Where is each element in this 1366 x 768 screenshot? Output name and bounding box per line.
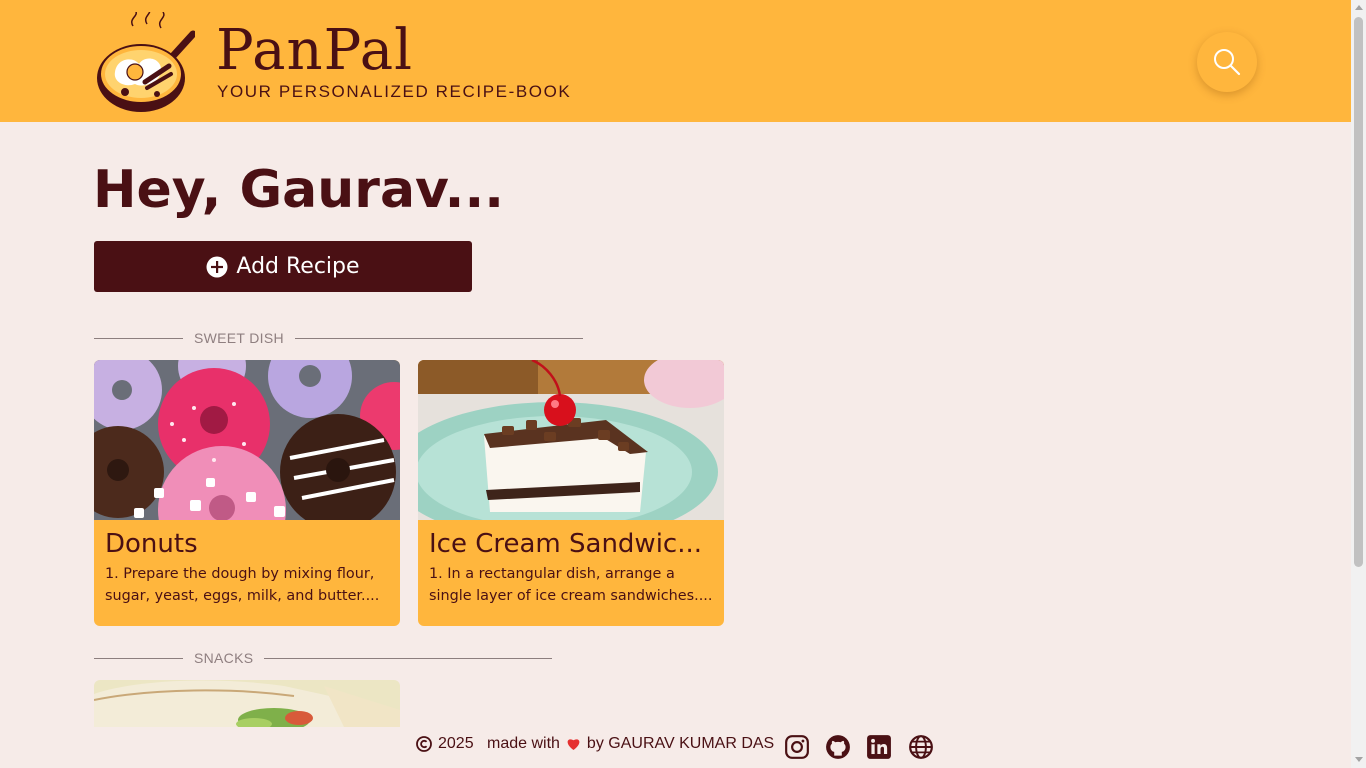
ice-cream-sandwich-image xyxy=(418,360,724,520)
section-header-snacks: SNACKS xyxy=(94,648,553,668)
copyright-year: 2025 xyxy=(438,735,474,752)
recipe-title: Ice Cream Sandwic... xyxy=(429,529,703,559)
copyright: 2025 xyxy=(416,735,474,753)
logo-icon xyxy=(97,12,195,112)
brand-name: PanPal xyxy=(216,18,414,83)
divider-line xyxy=(94,337,183,339)
section-header-sweet-dish: SWEET DISH xyxy=(94,328,583,348)
add-recipe-label: Add Recipe xyxy=(236,254,360,279)
section-title: SWEET DISH xyxy=(194,330,284,346)
github-icon[interactable] xyxy=(825,734,851,760)
section-title: SNACKS xyxy=(194,650,254,666)
greeting: Hey, Gaurav... xyxy=(93,160,504,220)
made-with-text: made with xyxy=(487,735,560,752)
search-icon xyxy=(1214,49,1241,76)
made-with-credit: made with by GAURAV KUMAR DAS xyxy=(487,735,774,753)
globe-icon[interactable] xyxy=(908,734,934,760)
divider-line xyxy=(264,657,553,659)
footer: 2025 made with by GAURAV KUMAR DAS xyxy=(0,727,1351,768)
donuts-image xyxy=(94,360,400,520)
heart-icon xyxy=(567,739,580,750)
recipe-title: Donuts xyxy=(105,529,198,559)
recipe-description: 1. Prepare the dough by mixing flour, su… xyxy=(105,566,380,604)
plus-circle-icon xyxy=(206,256,228,277)
author-text: by GAURAV KUMAR DAS xyxy=(586,735,775,752)
copyright-icon xyxy=(416,736,432,752)
scroll-down-arrow-icon[interactable] xyxy=(1355,757,1363,762)
search-button[interactable] xyxy=(1197,32,1257,92)
recipe-description: 1. In a rectangular dish, arrange a sing… xyxy=(429,566,713,604)
brand-tagline: YOUR PERSONALIZED RECIPE-BOOK xyxy=(217,82,572,101)
recipe-card-donuts[interactable]: Donuts 1. Prepare the dough by mixing fl… xyxy=(94,360,400,626)
instagram-icon[interactable] xyxy=(784,734,810,760)
recipe-card-wrap[interactable] xyxy=(94,680,400,727)
wrap-image xyxy=(94,680,400,727)
scroll-up-arrow-icon[interactable] xyxy=(1355,5,1363,10)
add-recipe-button[interactable]: Add Recipe xyxy=(94,241,472,292)
divider-line xyxy=(294,337,583,339)
scrollbar[interactable] xyxy=(1351,0,1366,768)
recipe-card-ice-cream-sandwich[interactable]: Ice Cream Sandwic... 1. In a rectangular… xyxy=(418,360,724,626)
scrollbar-thumb[interactable] xyxy=(1354,17,1363,567)
divider-line xyxy=(94,657,183,659)
linkedin-icon[interactable] xyxy=(866,734,892,760)
header: PanPal YOUR PERSONALIZED RECIPE-BOOK xyxy=(0,0,1351,122)
